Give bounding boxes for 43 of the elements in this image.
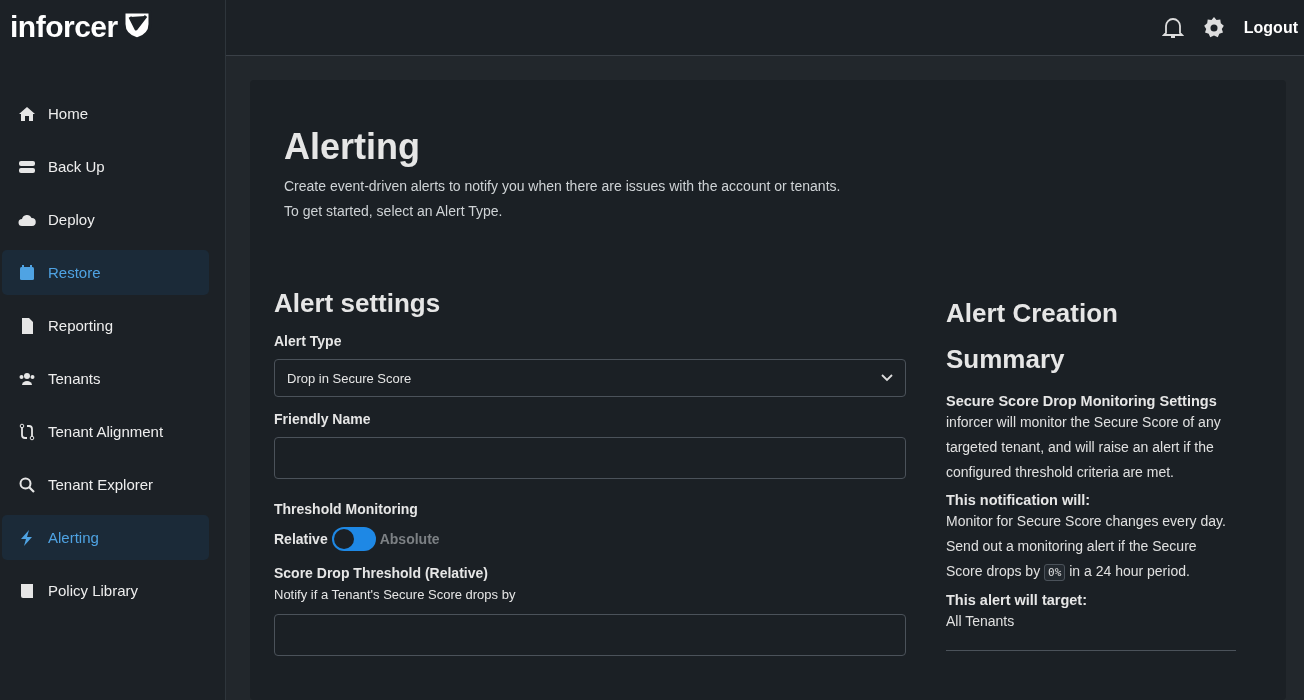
threshold-value-badge: 0%	[1044, 564, 1066, 581]
book-icon	[18, 581, 36, 600]
summary-heading: This notification will:	[946, 492, 1091, 508]
summary-heading: This alert will target:	[946, 592, 1087, 608]
toggle-option: Absolute	[379, 531, 440, 547]
summary-text: All Tenants	[946, 612, 1016, 631]
toggle-option: Relative	[274, 531, 328, 547]
threshold-field[interactable]	[274, 614, 906, 656]
summary-text: Send out a monitoring alert if the Secure Score drops by 0% in a 24 hour period.	[946, 537, 1198, 583]
sidebar-item[interactable]: Reporting	[2, 303, 209, 348]
section-title: Alert settings	[274, 288, 442, 319]
search-icon	[18, 475, 36, 494]
friendly-name-field[interactable]	[274, 437, 906, 479]
field-label: Threshold Monitoring	[274, 501, 419, 517]
home-icon	[18, 104, 36, 123]
chevron-down-icon	[881, 374, 893, 382]
sidebar-item[interactable]: Tenant Explorer	[2, 462, 209, 507]
sidebar-item[interactable]: Back Up	[2, 144, 209, 189]
field-hint: Notify if a Tenant's Secure Score drops by	[274, 587, 517, 602]
sidebar-item[interactable]: Restore	[2, 250, 209, 295]
page-title: Alerting	[284, 126, 421, 168]
page-description: To get started, select an Alert Type.	[284, 202, 504, 221]
sidebar-item[interactable]: Alerting	[2, 515, 209, 560]
sidebar-item[interactable]: Home	[2, 91, 209, 136]
logout-button[interactable]: Logout	[1243, 18, 1298, 37]
sidebar-item[interactable]: Tenants	[2, 356, 209, 401]
alert-type-dropdown[interactable]: Drop in Secure Score	[274, 359, 906, 397]
summary-text: Monitor for Secure Score changes every day.	[946, 512, 1227, 531]
calendar-icon	[18, 263, 36, 282]
field-label: Score Drop Threshold (Relative)	[274, 565, 489, 581]
summary-heading: Secure Score Drop Monitoring Settings	[946, 393, 1217, 409]
sidebar-item[interactable]: Policy Library	[2, 568, 209, 613]
logo-wordmark: inforcer	[10, 10, 118, 44]
field-label: Friendly Name	[274, 411, 372, 427]
field-label: Alert Type	[274, 333, 343, 349]
sync-icon	[18, 422, 36, 441]
bell-icon[interactable]	[1161, 15, 1184, 40]
sidebar-item[interactable]: Deploy	[2, 197, 209, 242]
page-description: Create event-driven alerts to notify you when there are issues with the account or tenants.	[284, 177, 842, 196]
summary-title: Alert Creation Summary	[946, 297, 1119, 376]
summary-text: inforcer will monitor the Secure Score of any targeted tenant, and will raise an alert if the configured threshold criteria are met.	[946, 413, 1222, 482]
sidebar-item[interactable]: Tenant Alignment	[2, 409, 209, 454]
mode-toggle[interactable]	[331, 527, 376, 551]
